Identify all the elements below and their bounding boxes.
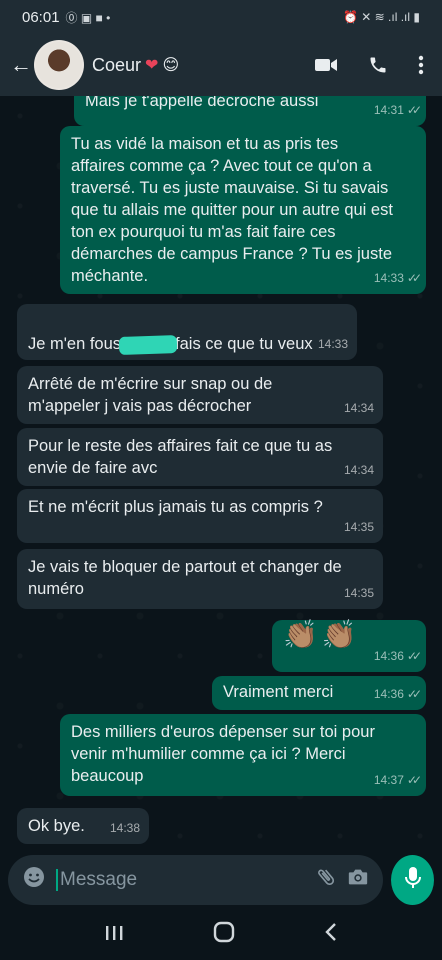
message-time: 14:38 — [109, 821, 140, 835]
message-time: 14:34 — [343, 401, 374, 415]
clapping-hands-icon: 👏🏽👏🏽 — [283, 619, 361, 650]
chat-area[interactable]: Mais je t'appelle décroche aussi 14:31 ✓… — [0, 96, 442, 850]
message-meta: 14:34 — [344, 459, 374, 481]
message-time: 14:33 — [317, 337, 348, 351]
header-actions — [314, 55, 432, 75]
system-status-icons: ⏰ ✕ ≋ .ıl .ıl ▮ — [343, 10, 420, 24]
redaction-mark — [118, 334, 178, 355]
message-time: 14:36 — [373, 649, 404, 663]
status-right: ⏰ ✕ ≋ .ıl .ıl ▮ — [343, 10, 420, 24]
message-time: 14:35 — [343, 520, 374, 534]
double-check-icon: ✓✓ — [406, 773, 422, 787]
more-options-icon[interactable] — [418, 55, 424, 75]
attach-icon[interactable] — [315, 866, 337, 894]
status-bar: 06:01 ⓪ ▣ ■ • ⏰ ✕ ≋ .ıl .ıl ▮ — [0, 0, 442, 34]
voice-call-icon[interactable] — [368, 55, 388, 75]
double-check-icon: ✓✓ — [406, 271, 422, 285]
camera-icon[interactable] — [347, 867, 369, 893]
message-meta: 14:33 ✓✓ — [373, 267, 422, 289]
message-meta: 14:36 ✓✓ — [373, 683, 422, 705]
message-input[interactable] — [56, 869, 305, 891]
message-text-end: fais ce que tu veux — [175, 335, 313, 353]
message-bubble[interactable]: Ok bye. 14:38 — [17, 808, 149, 844]
double-check-icon: ✓✓ — [406, 649, 422, 663]
video-call-icon[interactable] — [314, 57, 338, 73]
message-text: Mais je t'appelle décroche aussi — [85, 96, 319, 110]
message-bubble[interactable]: Je m'en fous fais ce que tu veux 14:33 — [17, 304, 357, 360]
message-meta: 14:34 — [344, 397, 374, 419]
microphone-icon — [404, 866, 422, 895]
emoji-icon[interactable] — [22, 865, 46, 895]
message-text-start: Je m'en fous — [28, 335, 122, 353]
double-check-icon: ✓✓ — [406, 687, 422, 701]
message-bubble[interactable]: Pour le reste des affaires fait ce que t… — [17, 428, 383, 486]
message-text: Et ne m'écrit plus jamais tu as compris … — [28, 498, 323, 516]
message-text: Je m'en fous fais ce que tu veux — [28, 311, 347, 355]
message-meta: 14:31 ✓✓ — [373, 99, 422, 121]
voice-message-button[interactable] — [391, 855, 434, 905]
message-meta: 14:36 ✓✓ — [373, 645, 422, 667]
message-bubble[interactable]: Vraiment merci 14:36 ✓✓ — [212, 676, 426, 710]
message-meta: 14:35 — [344, 582, 374, 604]
message-time: 14:35 — [343, 586, 374, 600]
avatar[interactable] — [34, 40, 84, 90]
back-arrow-icon[interactable]: ← — [10, 52, 32, 78]
message-time: 14:37 — [373, 773, 404, 787]
message-bubble[interactable]: 👏🏽👏🏽 14:36 ✓✓ — [272, 620, 426, 672]
message-time: 14:34 — [343, 463, 374, 477]
message-meta: 14:38 — [110, 817, 140, 839]
message-text: Tu as vidé la maison et tu as pris tes a… — [71, 135, 393, 285]
recent-apps-icon[interactable] — [104, 922, 124, 948]
message-text: Pour le reste des affaires fait ce que t… — [28, 437, 333, 477]
message-bubble[interactable]: Tu as vidé la maison et tu as pris tes a… — [60, 126, 426, 294]
message-time: 14:31 — [373, 103, 404, 117]
message-meta: 14:35 — [344, 516, 374, 538]
message-bubble[interactable]: Je vais te bloquer de partout et changer… — [17, 549, 383, 609]
notification-icons: ⓪ ▣ ■ • — [65, 10, 111, 25]
system-navigation-bar — [0, 910, 442, 960]
message-meta: 14:33 — [318, 333, 348, 355]
double-check-icon: ✓✓ — [406, 103, 422, 117]
message-bubble[interactable]: Arrêté de m'écrire sur snap ou de m'appe… — [17, 366, 383, 424]
heart-icon: ❤ — [145, 57, 159, 74]
message-text: Je vais te bloquer de partout et changer… — [28, 558, 342, 598]
message-meta: 14:37 ✓✓ — [373, 769, 422, 791]
home-icon[interactable] — [213, 921, 235, 949]
message-time: 14:33 — [373, 271, 404, 285]
status-time: 06:01 — [22, 8, 60, 26]
message-input-container — [8, 855, 383, 905]
message-time: 14:36 — [373, 687, 404, 701]
contact-name-text: Coeur — [92, 54, 142, 75]
compose-bar — [0, 850, 442, 910]
chat-header: ← Coeur ❤ 😊 — [0, 34, 442, 96]
contact-name[interactable]: Coeur ❤ 😊 — [92, 55, 179, 76]
smiling-face-icon: 😊 — [162, 57, 180, 74]
message-bubble[interactable]: Mais je t'appelle décroche aussi 14:31 ✓… — [74, 96, 426, 126]
message-bubble[interactable]: Des milliers d'euros dépenser sur toi po… — [60, 714, 426, 796]
message-text: Arrêté de m'écrire sur snap ou de m'appe… — [28, 375, 273, 415]
message-text: Des milliers d'euros dépenser sur toi po… — [71, 723, 375, 785]
message-bubble[interactable]: Et ne m'écrit plus jamais tu as compris … — [17, 489, 383, 543]
status-left: 06:01 ⓪ ▣ ■ • — [22, 9, 110, 26]
back-icon[interactable] — [324, 922, 338, 948]
